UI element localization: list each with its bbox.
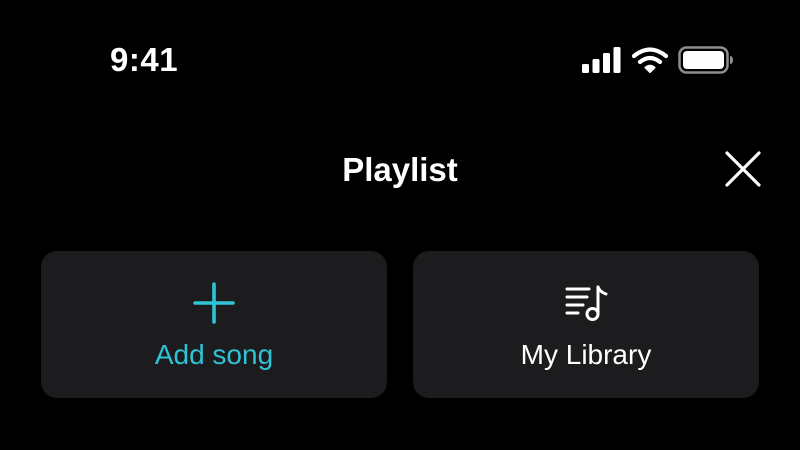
- close-icon: [723, 149, 763, 194]
- battery-icon: [678, 46, 734, 74]
- my-library-button[interactable]: My Library: [413, 251, 759, 398]
- my-library-label: My Library: [520, 339, 652, 370]
- cellular-signal-icon: [582, 47, 622, 73]
- wifi-icon: [632, 47, 668, 73]
- add-song-label: Add song: [154, 339, 274, 370]
- add-song-icon-wrap: [41, 281, 387, 329]
- status-icons: [582, 44, 734, 76]
- plus-icon: [193, 281, 235, 329]
- my-library-icon-wrap: [413, 283, 759, 327]
- status-time: 9:41: [110, 41, 179, 78]
- close-button[interactable]: [722, 150, 764, 192]
- page-title: Playlist: [342, 151, 458, 188]
- music-list-icon: [564, 283, 608, 328]
- add-song-button[interactable]: Add song: [41, 251, 387, 398]
- header: Playlist: [0, 140, 800, 200]
- status-bar: 9:41: [0, 0, 800, 120]
